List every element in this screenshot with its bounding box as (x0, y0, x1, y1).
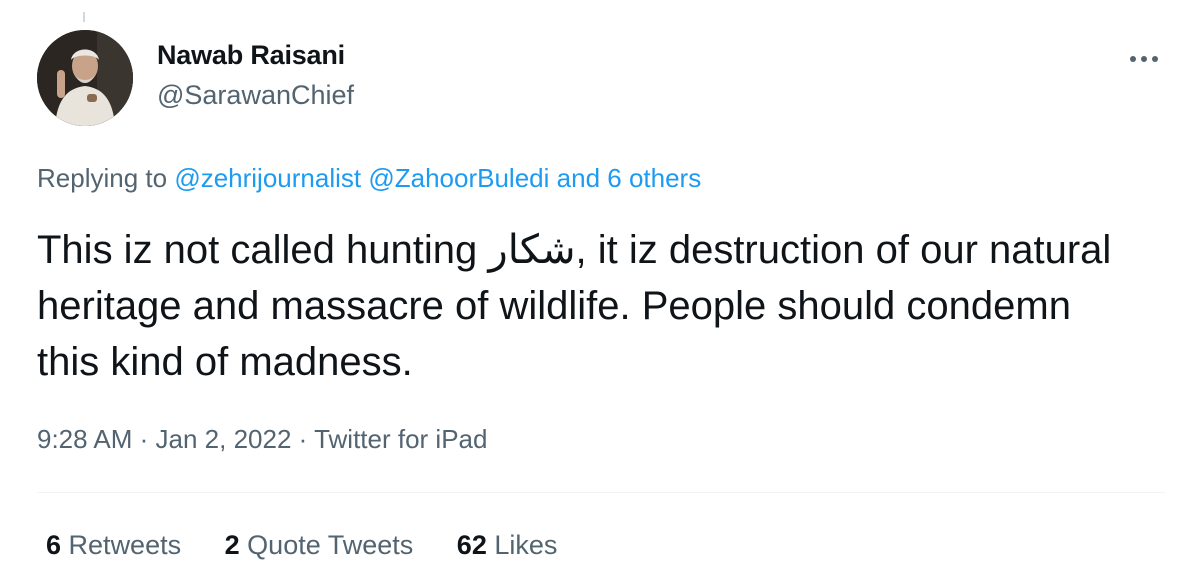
separator-dot: · (139, 424, 156, 454)
author-handle[interactable]: @SarawanChief (157, 80, 354, 111)
tweet-metadata: 9:28 AM · Jan 2, 2022 · Twitter for iPad (37, 424, 487, 455)
separator-dot: · (298, 424, 315, 454)
tweet-text: This iz not called hunting شکار, it iz d… (37, 222, 1137, 390)
quote-tweets-label: Quote Tweets (247, 530, 414, 560)
likes-stat[interactable]: 62 Likes (457, 530, 558, 561)
more-horizontal-icon (1130, 56, 1136, 62)
urdu-word: شکار (488, 228, 576, 272)
mention-link[interactable]: @ZahoorBuledi (368, 163, 549, 193)
tweet-time[interactable]: 9:28 AM (37, 424, 132, 454)
mention-link[interactable]: @zehrijournalist (174, 163, 361, 193)
avatar-photo (37, 30, 133, 126)
more-horizontal-icon-dot (1141, 56, 1147, 62)
quote-tweets-stat[interactable]: 2 Quote Tweets (225, 530, 414, 561)
tweet-source[interactable]: Twitter for iPad (314, 424, 487, 454)
thread-connector-line (83, 12, 85, 22)
retweets-count: 6 (46, 530, 62, 560)
author-display-name[interactable]: Nawab Raisani (157, 40, 345, 71)
tweet-card: Nawab Raisani @SarawanChief Replying to … (0, 0, 1200, 570)
avatar[interactable] (37, 30, 133, 126)
replying-to-line: Replying to @zehrijournalist @ZahoorBule… (37, 163, 701, 194)
replying-to-label: Replying to (37, 163, 168, 193)
quote-tweets-count: 2 (224, 530, 240, 560)
more-horizontal-icon-dot (1152, 56, 1158, 62)
tweet-date[interactable]: Jan 2, 2022 (156, 424, 292, 454)
tweet-text-part: This iz not called hunting (37, 228, 489, 272)
engagement-stats: 6 Retweets 2 Quote Tweets 62 Likes (46, 530, 593, 561)
retweets-label: Retweets (68, 530, 182, 560)
likes-label: Likes (494, 530, 558, 560)
others-link[interactable]: and 6 others (557, 163, 702, 193)
retweets-stat[interactable]: 6 Retweets (46, 530, 181, 561)
more-options-button[interactable] (1124, 44, 1164, 74)
likes-count: 62 (456, 530, 487, 560)
divider (37, 492, 1165, 493)
